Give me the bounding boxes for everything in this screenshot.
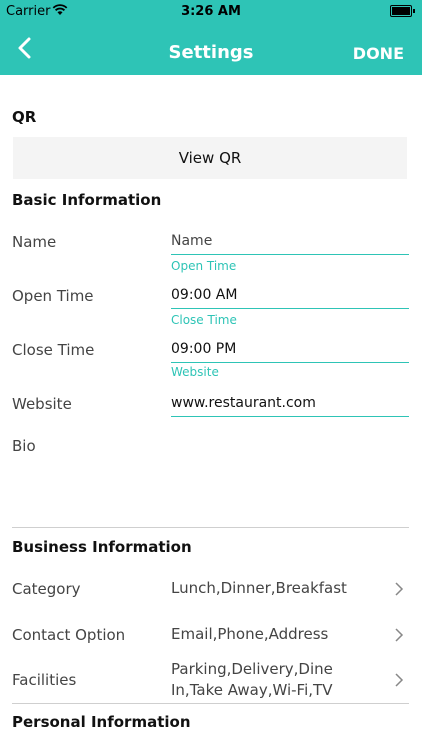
section-divider [12,703,409,704]
contact-option-label: Contact Option [12,626,126,644]
name-label: Name [12,233,57,251]
category-value: Lunch,Dinner,Breakfast [171,579,347,597]
section-divider [12,527,409,528]
battery-icon [390,5,415,17]
view-qr-button[interactable]: View QR [13,137,407,179]
name-input[interactable] [171,228,409,255]
status-bar: Carrier 3:26 AM [0,0,422,22]
close-time-float-label: Close Time [171,313,237,327]
qr-section-title: QR [12,108,37,126]
nav-bar: Settings DONE [0,22,422,75]
list-item-category[interactable]: Category Lunch,Dinner,Breakfast [0,567,422,611]
chevron-right-icon [395,628,404,642]
done-button[interactable]: DONE [353,44,404,63]
personal-info-section-title: Personal Information [12,713,191,731]
chevron-right-icon [395,673,404,687]
website-float-label: Website [171,365,219,379]
facilities-value: Parking,Delivery,Dine In,Take Away,Wi-Fi… [171,660,333,699]
list-item-contact-option[interactable]: Contact Option Email,Phone,Address [0,613,422,657]
status-time: 3:26 AM [181,4,241,19]
open-time-label: Open Time [12,287,94,305]
close-time-label: Close Time [12,341,95,359]
bio-label: Bio [12,437,36,455]
list-item-facilities[interactable]: Facilities Parking,Delivery,Dine In,Take… [0,657,422,703]
open-time-input[interactable] [171,282,409,309]
basic-info-section-title: Basic Information [12,191,162,209]
business-info-section-title: Business Information [12,538,192,556]
category-label: Category [12,580,81,598]
website-label: Website [12,395,72,413]
facilities-label: Facilities [12,671,77,689]
close-time-input[interactable] [171,336,409,363]
contact-option-value: Email,Phone,Address [171,625,329,643]
website-input[interactable] [171,390,409,417]
bio-textarea[interactable] [171,430,409,520]
open-time-float-label: Open Time [171,259,237,273]
chevron-right-icon [395,582,404,596]
